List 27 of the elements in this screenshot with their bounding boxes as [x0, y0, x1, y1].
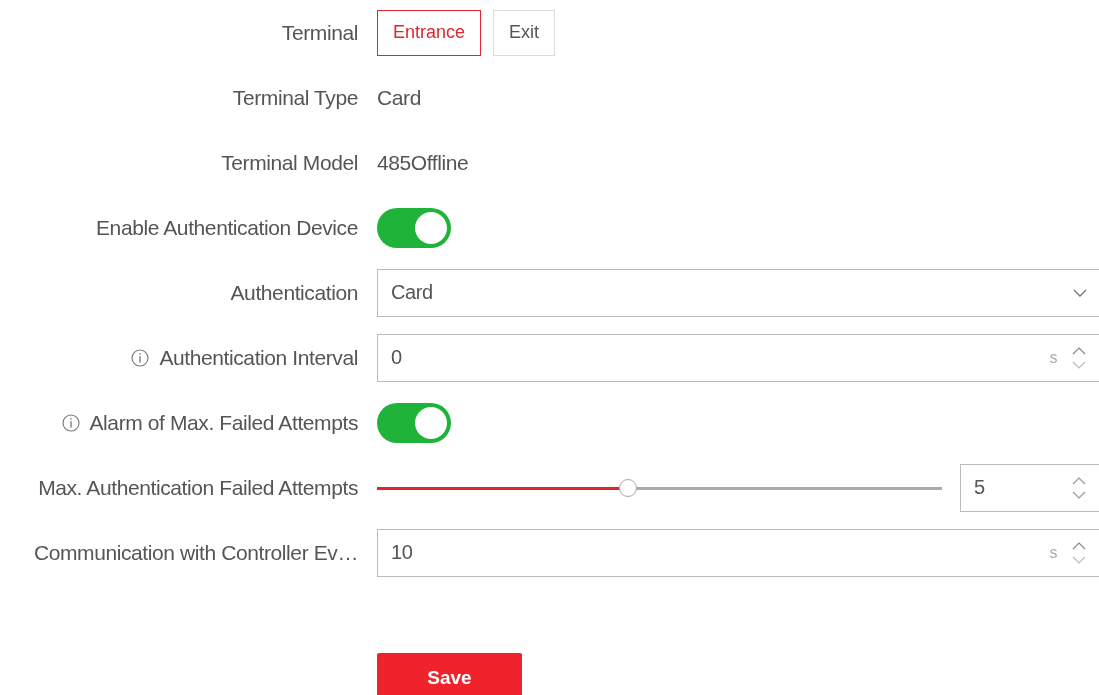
- field-label: Terminal Type: [232, 85, 358, 110]
- field-label: Alarm of Max. Failed Attempts: [89, 410, 358, 435]
- unit-label: s: [1049, 543, 1057, 562]
- number-field[interactable]: 10 s: [377, 528, 1099, 577]
- field-value: Card: [377, 85, 421, 110]
- terminal-option-button[interactable]: Exit: [493, 9, 556, 56]
- field-label: Terminal: [281, 20, 358, 45]
- field-label: Communication with Controller Ev…: [33, 540, 358, 565]
- field-label: Authentication Interval: [159, 345, 358, 370]
- toggle-switch[interactable]: [377, 207, 451, 248]
- info-icon[interactable]: [61, 413, 80, 432]
- field-label: Max. Authentication Failed Attempts: [38, 475, 358, 500]
- slider-thumb[interactable]: [618, 478, 637, 497]
- unit-label: s: [1049, 348, 1057, 367]
- field-value: 485Offline: [377, 150, 469, 175]
- number-field[interactable]: 5: [960, 463, 1099, 512]
- save-button[interactable]: Save: [377, 653, 522, 695]
- chevron-down-icon: [1073, 288, 1087, 297]
- terminal-option-button[interactable]: Entrance: [377, 9, 482, 56]
- field-label: Terminal Model: [221, 150, 358, 175]
- info-icon[interactable]: [131, 348, 150, 367]
- field-label: Authentication: [230, 280, 358, 305]
- field-label: Enable Authentication Device: [96, 215, 358, 240]
- select-field[interactable]: Card: [377, 268, 1099, 317]
- number-field[interactable]: 0 s: [377, 333, 1099, 382]
- toggle-switch[interactable]: [377, 402, 451, 443]
- slider[interactable]: [377, 477, 942, 498]
